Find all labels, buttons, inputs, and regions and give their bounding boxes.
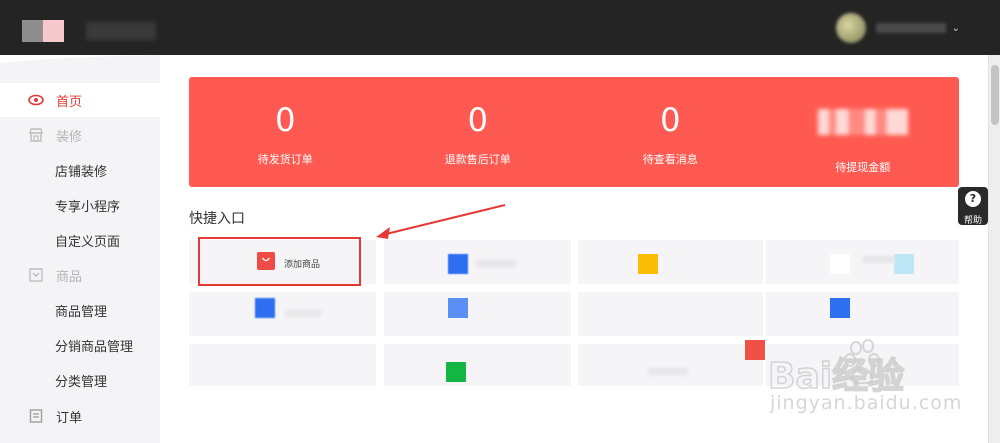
app-logo[interactable] xyxy=(22,20,64,42)
question-icon: ? xyxy=(965,191,981,207)
watermark-logo-text: Bai经验 xyxy=(768,356,904,397)
scrollbar-thumb[interactable] xyxy=(991,65,999,125)
sidebar-group-products[interactable]: 商品 xyxy=(0,258,160,292)
stat-label: 待发货订单 xyxy=(257,153,313,166)
document-icon xyxy=(28,408,44,424)
quick-entry-tile[interactable] xyxy=(384,344,571,386)
sidebar-group-label: 装修 xyxy=(56,129,83,145)
store-name-blurred xyxy=(86,22,156,40)
stat-value: 0 xyxy=(275,101,296,139)
sidebar-item-product-management[interactable]: 商品管理 xyxy=(0,293,160,327)
box-icon xyxy=(28,267,44,283)
quick-entry-tile[interactable] xyxy=(766,240,959,284)
sidebar-group-decoration[interactable]: 装修 xyxy=(0,118,160,152)
store-icon xyxy=(28,127,44,143)
stat-value: 0 xyxy=(467,101,488,139)
sidebar-item-custom-page[interactable]: 自定义页面 xyxy=(0,223,160,257)
sidebar-item-label: 自定义页面 xyxy=(55,234,121,250)
stat-unread-messages[interactable]: 0 待查看消息 xyxy=(574,77,767,187)
stat-refund-orders[interactable]: 0 退款售后订单 xyxy=(382,77,575,187)
sidebar-item-label: 分销商品管理 xyxy=(55,339,134,355)
blurred-icon xyxy=(894,254,914,274)
sidebar-item-label: 商品管理 xyxy=(55,304,108,320)
watermark-url: jingyan.baidu.com xyxy=(770,392,963,414)
quick-entry-tile[interactable] xyxy=(578,344,763,386)
quick-entry-title: 快捷入口 xyxy=(189,211,245,227)
stats-banner: 0 待发货订单 0 退款售后订单 0 待查看消息 待提现金额 xyxy=(189,77,959,187)
chevron-down-icon[interactable]: ⌄ xyxy=(952,23,960,34)
sidebar-item-home[interactable]: 首页 xyxy=(0,83,160,117)
blurred-icon xyxy=(255,298,275,318)
top-bar: ⌄ xyxy=(0,0,1000,55)
blurred-icon xyxy=(830,254,850,274)
stat-label: 退款售后订单 xyxy=(444,153,511,166)
sidebar: 首页 装修 店铺装修 专享小程序 自定义页面 商品 商品管理 分销商品管理 分类… xyxy=(0,55,160,443)
sidebar-item-label: 分类管理 xyxy=(55,374,108,390)
blurred-icon xyxy=(638,254,658,274)
baidu-watermark-logo: Bai经验 xyxy=(767,339,905,398)
blurred-icon xyxy=(830,298,850,318)
quick-entry-tile[interactable] xyxy=(578,292,763,336)
sidebar-item-label: 专享小程序 xyxy=(55,199,121,215)
user-menu[interactable]: ⌄ xyxy=(835,13,960,43)
avatar[interactable] xyxy=(835,13,866,43)
username-blurred xyxy=(875,23,946,33)
stat-pending-withdrawal[interactable]: 待提现金额 xyxy=(767,77,960,187)
sidebar-item-label: 店铺装修 xyxy=(55,164,108,180)
sidebar-item-category-management[interactable]: 分类管理 xyxy=(0,363,160,397)
stat-pending-shipment[interactable]: 0 待发货订单 xyxy=(189,77,382,187)
blurred-icon xyxy=(446,362,466,382)
sidebar-decoration xyxy=(0,55,160,63)
quick-entry-tile[interactable] xyxy=(189,344,376,386)
highlight-box xyxy=(198,237,361,286)
help-button[interactable]: ? 帮助 xyxy=(958,187,988,226)
sidebar-item-mini-program[interactable]: 专享小程序 xyxy=(0,188,160,222)
sidebar-item-distribution-products[interactable]: 分销商品管理 xyxy=(0,328,160,362)
blurred-icon xyxy=(448,298,468,318)
quick-entry-tile[interactable] xyxy=(189,292,376,336)
sidebar-item-store-decoration[interactable]: 店铺装修 xyxy=(0,153,160,187)
eye-icon xyxy=(28,92,44,108)
sidebar-group-label: 商品 xyxy=(56,269,83,285)
sidebar-item-orders[interactable]: 订单 xyxy=(0,399,160,433)
add-product-label: 添加商品 xyxy=(284,260,321,270)
quick-entry-tile[interactable] xyxy=(578,240,763,284)
help-label: 帮助 xyxy=(963,216,982,226)
quick-entry-tile[interactable] xyxy=(766,292,959,336)
quick-entry-tile[interactable] xyxy=(384,292,571,336)
stat-label: 待查看消息 xyxy=(642,153,698,166)
stat-label: 待提现金额 xyxy=(835,161,891,174)
stat-value: 0 xyxy=(660,101,681,139)
sidebar-item-label: 首页 xyxy=(56,94,83,110)
blurred-icon xyxy=(448,254,468,274)
quick-entry-tile[interactable] xyxy=(384,240,571,284)
shopping-bag-icon xyxy=(257,252,275,270)
sidebar-item-label: 订单 xyxy=(56,410,83,426)
stat-value-blurred xyxy=(817,77,908,147)
